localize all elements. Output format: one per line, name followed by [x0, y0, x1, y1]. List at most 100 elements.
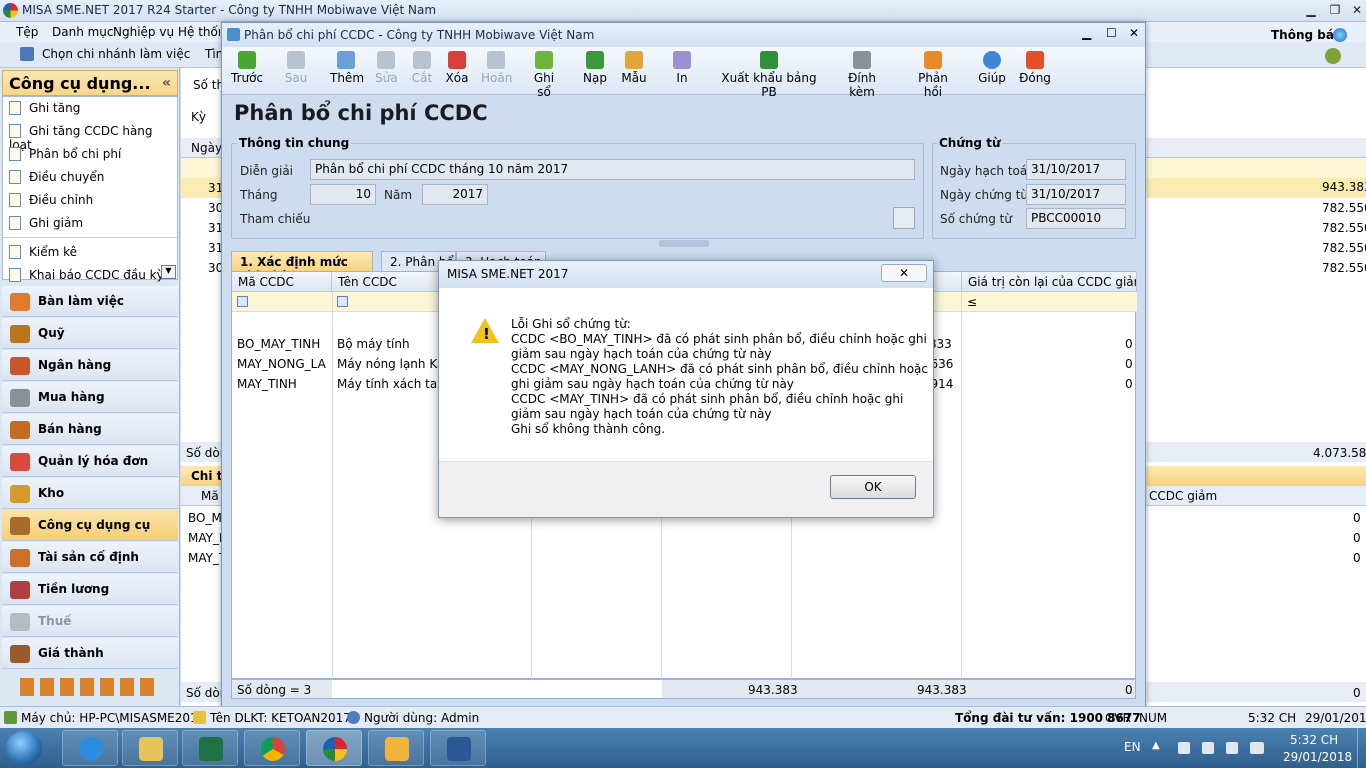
module-kho[interactable]: Kho — [2, 478, 178, 509]
list-item[interactable]: Ghi tăng — [9, 101, 80, 115]
settings-gear-icon[interactable] — [1325, 48, 1341, 64]
grid-footer: Số dòng = 3 943.383 943.383 0 — [231, 679, 1136, 699]
taskbar-misa[interactable] — [306, 730, 362, 766]
export-button[interactable]: Xuất khẩu bảng PB — [716, 51, 822, 99]
filter-operator[interactable]: ≤ — [967, 295, 977, 309]
scroll-down-icon[interactable]: ▼ — [161, 265, 176, 279]
add-document-icon — [337, 51, 355, 69]
network-icon[interactable] — [1202, 742, 1214, 754]
branch-icon — [20, 47, 34, 61]
module-mua-hang[interactable]: Mua hàng — [2, 382, 178, 413]
start-button-icon[interactable] — [6, 731, 42, 765]
window-app-icon — [227, 28, 240, 41]
taskbar-chrome[interactable] — [244, 730, 300, 766]
taskbar-date[interactable]: 29/01/2018 — [1283, 750, 1352, 764]
taskbar-explorer[interactable] — [122, 730, 178, 766]
help-button[interactable]: Giúp — [978, 51, 1006, 85]
module-ban-hang[interactable]: Bán hàng — [2, 414, 178, 445]
notify-label[interactable]: Thông báo — [1271, 28, 1342, 42]
taskbar-word[interactable] — [430, 730, 486, 766]
cloud-icon[interactable] — [1250, 742, 1264, 754]
cut-button[interactable]: Cắt — [411, 51, 433, 85]
dien-giai-field[interactable]: Phân bổ chi phí CCDC tháng 10 năm 2017 — [310, 159, 915, 180]
excel-icon — [760, 51, 778, 69]
ok-button[interactable]: OK — [830, 475, 916, 499]
prev-button[interactable]: Trước — [231, 51, 263, 85]
feedback-button[interactable]: Phản hồi — [908, 51, 958, 99]
module-thue[interactable]: Thuế — [2, 606, 178, 637]
module-cong-cu-dung-cu[interactable]: Công cụ dụng cụ — [2, 510, 178, 541]
maximize-icon[interactable]: ☐ — [1106, 26, 1117, 40]
edit-button[interactable]: Sửa — [375, 51, 398, 85]
paperclip-icon — [853, 51, 871, 69]
col-ma-ccdc[interactable]: Mã CCDC — [232, 272, 332, 292]
module-ngan-hang[interactable]: Ngân hàng — [2, 350, 178, 381]
postpone-button[interactable]: Hoãn — [481, 51, 512, 85]
list-item[interactable]: Phân bổ chi phí — [9, 147, 121, 161]
template-button[interactable]: Mẫu — [620, 51, 648, 85]
flag-icon[interactable] — [1226, 742, 1238, 754]
close-icon[interactable]: ✕ — [1129, 26, 1139, 40]
user-icon — [347, 711, 360, 724]
delete-button[interactable]: Xóa — [445, 51, 469, 85]
post-button[interactable]: Ghi sổ — [526, 51, 562, 99]
add-button[interactable]: Thêm — [330, 51, 364, 85]
list-item[interactable]: Ghi giảm — [9, 216, 83, 230]
module-gia-thanh[interactable]: Giá thành — [2, 638, 178, 669]
list-item[interactable]: Khai báo CCDC đầu kỳ — [9, 268, 164, 282]
tax-icon — [10, 613, 30, 631]
quick-module-icons[interactable] — [20, 678, 160, 696]
menu-tep[interactable]: Tệp — [16, 25, 38, 39]
branch-select[interactable]: Chọn chi nhánh làm việc — [42, 47, 190, 61]
taskbar-ie[interactable] — [62, 730, 118, 766]
next-button[interactable]: Sau — [284, 51, 308, 85]
tray-arrow-icon[interactable]: ▲ — [1152, 740, 1160, 751]
server-icon — [4, 711, 17, 724]
menu-danh-muc[interactable]: Danh mục — [52, 25, 114, 39]
dialog-title: MISA SME.NET 2017 — [447, 267, 569, 281]
col-ten-ccdc[interactable]: Tên CCDC — [332, 272, 442, 292]
dialog-close-button[interactable]: ✕ — [881, 264, 927, 282]
collapse-icon[interactable]: « — [162, 75, 171, 91]
module-tien-luong[interactable]: Tiền lương — [2, 574, 178, 605]
language-indicator[interactable]: EN — [1124, 740, 1141, 754]
module-quy[interactable]: Quỹ — [2, 318, 178, 349]
ky-label: Kỳ — [191, 110, 206, 124]
filter-icon[interactable] — [237, 296, 248, 307]
reference-search-icon[interactable] — [893, 207, 915, 229]
asset-icon — [10, 549, 30, 567]
module-tai-san-co-dinh[interactable]: Tài sản cố định — [2, 542, 178, 573]
close-button[interactable]: Đóng — [1019, 51, 1051, 85]
tab-xac-dinh-muc-chi-phi[interactable]: 1. Xác định mức chi phí — [231, 251, 373, 283]
print-button[interactable]: In — [672, 51, 692, 85]
posting-date-field[interactable]: 31/10/2017 — [1026, 159, 1126, 180]
splitter-handle[interactable] — [659, 240, 709, 247]
edit-icon — [377, 51, 395, 69]
list-item[interactable]: Điều chỉnh — [9, 193, 93, 207]
reload-button[interactable]: Nạp — [582, 51, 608, 85]
voucher-number-field[interactable]: PBCC00010 — [1026, 208, 1126, 229]
minimize-icon[interactable]: ▁ — [1082, 26, 1091, 40]
taskbar-time[interactable]: 5:32 CH — [1290, 733, 1338, 747]
attach-button[interactable]: Đính kèm — [836, 51, 888, 99]
status-bar: Máy chủ: HP-PC\MISASME2017 Tên DLKT: KET… — [0, 706, 1366, 728]
taskbar-outlook[interactable] — [368, 730, 424, 766]
col-gia-tri-con-lai[interactable]: Giá trị còn lại của CCDC giảm — [962, 272, 1137, 292]
volume-icon[interactable] — [1178, 742, 1190, 754]
menu-he-thong[interactable]: Hệ thống — [178, 25, 220, 39]
show-desktop-button[interactable] — [1357, 728, 1366, 768]
taskbar-excel[interactable] — [182, 730, 238, 766]
restore-icon[interactable]: ❐ — [1324, 2, 1346, 19]
menu-nghiep-vu[interactable]: Nghiệp vụ — [113, 25, 174, 39]
list-item[interactable]: Kiểm kê — [9, 245, 77, 259]
module-ban-lam-viec[interactable]: Bàn làm việc — [2, 286, 178, 317]
year-field[interactable]: 2017 — [422, 184, 488, 205]
list-item[interactable]: Điều chuyển — [9, 170, 104, 184]
filter-icon[interactable] — [337, 296, 348, 307]
globe-icon[interactable] — [1333, 28, 1347, 42]
voucher-date-field[interactable]: 31/10/2017 — [1026, 184, 1126, 205]
minimize-icon[interactable]: ▁ — [1300, 2, 1322, 19]
month-field[interactable]: 10 — [310, 184, 376, 205]
module-quan-ly-hoa-don[interactable]: Quản lý hóa đơn — [2, 446, 178, 477]
close-icon[interactable]: ✕ — [1346, 2, 1366, 19]
